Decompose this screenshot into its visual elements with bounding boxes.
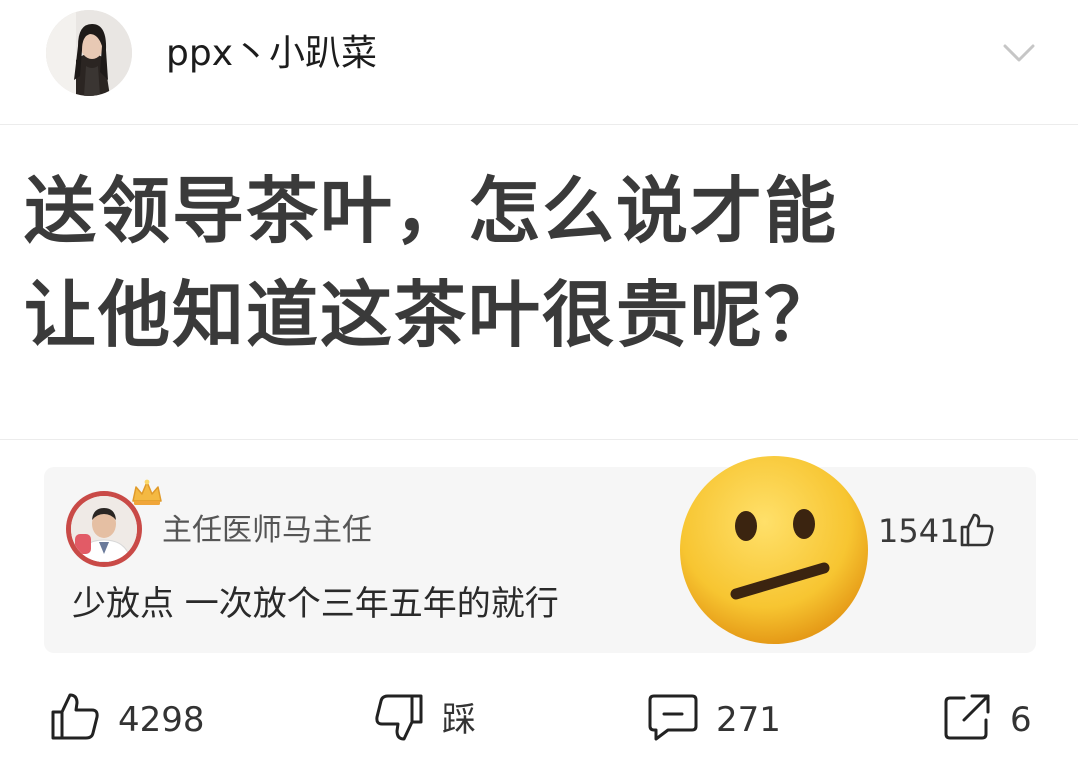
thumbs-up-icon[interactable] [48, 690, 102, 744]
dislike-label[interactable]: 踩 [442, 698, 476, 742]
neutral-face-emoji [680, 456, 868, 644]
crown-icon [132, 479, 162, 505]
comment-icon[interactable] [646, 690, 700, 744]
user-avatar[interactable] [46, 10, 132, 96]
chevron-down-icon[interactable] [1000, 38, 1038, 68]
username[interactable]: ppx丶小趴菜 [166, 30, 377, 78]
like-count[interactable]: 4298 [118, 698, 205, 742]
share-count[interactable]: 6 [1010, 698, 1032, 742]
comment-text: 少放点 一次放个三年五年的就行 [72, 584, 559, 624]
commenter-name[interactable]: 主任医师马主任 [162, 511, 372, 551]
commenter-avatar-image [71, 496, 137, 562]
post-title: 送领导茶叶，怎么说才能 让他知道这茶叶很贵呢？ [24, 159, 1034, 367]
comment-like-icon[interactable] [958, 511, 996, 549]
comment-like-count: 1541 [878, 512, 960, 550]
action-bar: 4298 踩 271 6 [0, 690, 1080, 754]
post-header: ppx丶小趴菜 [0, 0, 1080, 110]
top-comment[interactable]: 主任医师马主任 少放点 一次放个三年五年的就行 1541 [44, 467, 1036, 653]
post-content-card[interactable]: 送领导茶叶，怎么说才能 让他知道这茶叶很贵呢？ [0, 124, 1078, 440]
thumbs-down-icon[interactable] [372, 690, 426, 744]
post-title-line-2: 让他知道这茶叶很贵呢？ [24, 273, 839, 357]
share-icon[interactable] [940, 690, 994, 744]
comment-count[interactable]: 271 [716, 698, 781, 742]
post-title-line-1: 送领导茶叶，怎么说才能 [24, 169, 839, 253]
commenter-avatar[interactable] [66, 479, 162, 567]
